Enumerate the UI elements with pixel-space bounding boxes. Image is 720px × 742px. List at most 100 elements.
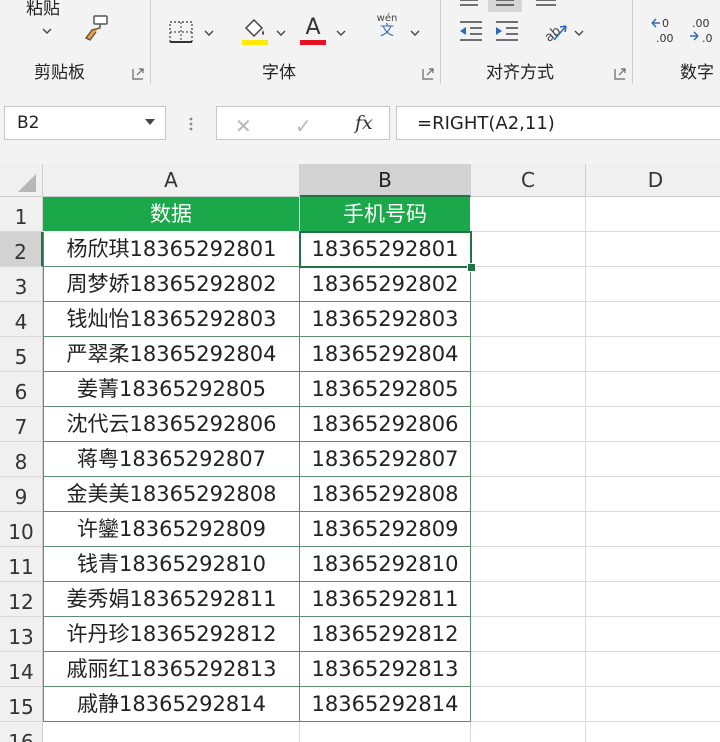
- cell-a7[interactable]: 沈代云18365292806: [43, 407, 300, 442]
- row-header-11[interactable]: 11: [0, 547, 43, 582]
- row-header-6[interactable]: 6: [0, 372, 43, 407]
- decrease-decimal-icon[interactable]: .00 .0: [688, 16, 720, 44]
- cell-c13[interactable]: [471, 617, 586, 652]
- borders-dropdown-icon[interactable]: [204, 30, 214, 36]
- cell-c7[interactable]: [471, 407, 586, 442]
- cell-b10[interactable]: 18365292809: [300, 512, 471, 547]
- cell-a8[interactable]: 蒋粤18365292807: [43, 442, 300, 477]
- cell-b8[interactable]: 18365292807: [300, 442, 471, 477]
- decrease-indent-icon[interactable]: [458, 20, 484, 42]
- row-header-12[interactable]: 12: [0, 582, 43, 617]
- cell-d7[interactable]: [586, 407, 720, 442]
- column-header-c[interactable]: C: [471, 164, 586, 197]
- phonetic-guide-icon[interactable]: wén 文: [372, 14, 402, 39]
- cell-d14[interactable]: [586, 652, 720, 687]
- row-header-2[interactable]: 2: [0, 232, 43, 267]
- confirm-icon[interactable]: ✓: [295, 114, 312, 138]
- cell-b7[interactable]: 18365292806: [300, 407, 471, 442]
- font-color-icon[interactable]: A: [298, 12, 328, 46]
- cell-a2[interactable]: 杨欣琪18365292801: [43, 232, 300, 267]
- cell-d13[interactable]: [586, 617, 720, 652]
- cell-d15[interactable]: [586, 687, 720, 722]
- cell-b12[interactable]: 18365292811: [300, 582, 471, 617]
- cell-d6[interactable]: [586, 372, 720, 407]
- align-middle-button[interactable]: [488, 0, 522, 12]
- cell-a1[interactable]: 数据: [43, 197, 300, 232]
- align-bottom-icon[interactable]: [534, 0, 560, 10]
- fill-color-dropdown-icon[interactable]: [276, 30, 286, 36]
- cell-c12[interactable]: [471, 582, 586, 617]
- row-header-3[interactable]: 3: [0, 267, 43, 302]
- cell-d2[interactable]: [586, 232, 720, 267]
- cell-b3[interactable]: 18365292802: [300, 267, 471, 302]
- cell-d1[interactable]: [586, 197, 720, 232]
- align-top-icon[interactable]: [458, 0, 480, 10]
- cell-b4[interactable]: 18365292803: [300, 302, 471, 337]
- cell-c2[interactable]: [471, 232, 586, 267]
- cell-b11[interactable]: 18365292810: [300, 547, 471, 582]
- row-header-13[interactable]: 13: [0, 617, 43, 652]
- row-header-10[interactable]: 10: [0, 512, 43, 547]
- orientation-icon[interactable]: ab: [540, 18, 568, 44]
- format-painter-icon[interactable]: [82, 14, 110, 42]
- cell-c5[interactable]: [471, 337, 586, 372]
- increase-indent-icon[interactable]: [494, 20, 520, 42]
- cell-b9[interactable]: 18365292808: [300, 477, 471, 512]
- clipboard-launcher-icon[interactable]: [132, 68, 144, 80]
- worksheet-grid[interactable]: A B C D 1 数据 手机号码 2 杨欣琪18365292801 18365292801 3 周梦…: [0, 164, 720, 742]
- cell-b5[interactable]: 18365292804: [300, 337, 471, 372]
- cell-a15[interactable]: 戚静18365292814: [43, 687, 300, 722]
- cell-a16[interactable]: [43, 722, 300, 742]
- row-header-5[interactable]: 5: [0, 337, 43, 372]
- cell-b2[interactable]: 18365292801: [300, 232, 471, 267]
- cell-c1[interactable]: [471, 197, 586, 232]
- cell-b6[interactable]: 18365292805: [300, 372, 471, 407]
- formula-bar-resize-handle[interactable]: [188, 116, 194, 132]
- row-header-15[interactable]: 15: [0, 687, 43, 722]
- cell-a5[interactable]: 严翠柔18365292804: [43, 337, 300, 372]
- cell-c6[interactable]: [471, 372, 586, 407]
- cell-a14[interactable]: 戚丽红18365292813: [43, 652, 300, 687]
- row-header-4[interactable]: 4: [0, 302, 43, 337]
- column-header-a[interactable]: A: [43, 164, 300, 197]
- cell-a10[interactable]: 许鑾18365292809: [43, 512, 300, 547]
- cell-c8[interactable]: [471, 442, 586, 477]
- cell-c14[interactable]: [471, 652, 586, 687]
- alignment-launcher-icon[interactable]: [614, 68, 626, 80]
- paste-dropdown-icon[interactable]: [42, 28, 52, 34]
- cell-b13[interactable]: 18365292812: [300, 617, 471, 652]
- cell-c16[interactable]: [471, 722, 586, 742]
- row-header-8[interactable]: 8: [0, 442, 43, 477]
- cell-a12[interactable]: 姜秀娟18365292811: [43, 582, 300, 617]
- cell-b15[interactable]: 18365292814: [300, 687, 471, 722]
- cell-a9[interactable]: 金美美18365292808: [43, 477, 300, 512]
- cell-b1[interactable]: 手机号码: [300, 197, 471, 232]
- cell-d12[interactable]: [586, 582, 720, 617]
- select-all-button[interactable]: [0, 164, 43, 197]
- cell-a4[interactable]: 钱灿怡18365292803: [43, 302, 300, 337]
- borders-icon[interactable]: [168, 20, 194, 44]
- formula-input[interactable]: =RIGHT(A2,11): [396, 106, 720, 140]
- cell-b16[interactable]: [300, 722, 471, 742]
- row-header-1[interactable]: 1: [0, 197, 43, 232]
- cell-a3[interactable]: 周梦娇18365292802: [43, 267, 300, 302]
- cell-d8[interactable]: [586, 442, 720, 477]
- font-launcher-icon[interactable]: [422, 68, 434, 80]
- cell-c10[interactable]: [471, 512, 586, 547]
- cell-d4[interactable]: [586, 302, 720, 337]
- name-box-dropdown-icon[interactable]: [145, 119, 155, 125]
- orientation-dropdown-icon[interactable]: [574, 30, 584, 36]
- cell-d3[interactable]: [586, 267, 720, 302]
- cell-b14[interactable]: 18365292813: [300, 652, 471, 687]
- phonetic-dropdown-icon[interactable]: [410, 30, 420, 36]
- increase-decimal-icon[interactable]: 0 .00: [650, 16, 680, 44]
- cell-c9[interactable]: [471, 477, 586, 512]
- cell-a6[interactable]: 姜菁18365292805: [43, 372, 300, 407]
- cell-d10[interactable]: [586, 512, 720, 547]
- cell-d16[interactable]: [586, 722, 720, 742]
- row-header-9[interactable]: 9: [0, 477, 43, 512]
- cell-a11[interactable]: 钱青18365292810: [43, 547, 300, 582]
- cancel-icon[interactable]: ✕: [235, 114, 252, 138]
- column-header-b[interactable]: B: [300, 164, 471, 197]
- paste-button[interactable]: 粘贴: [26, 0, 60, 19]
